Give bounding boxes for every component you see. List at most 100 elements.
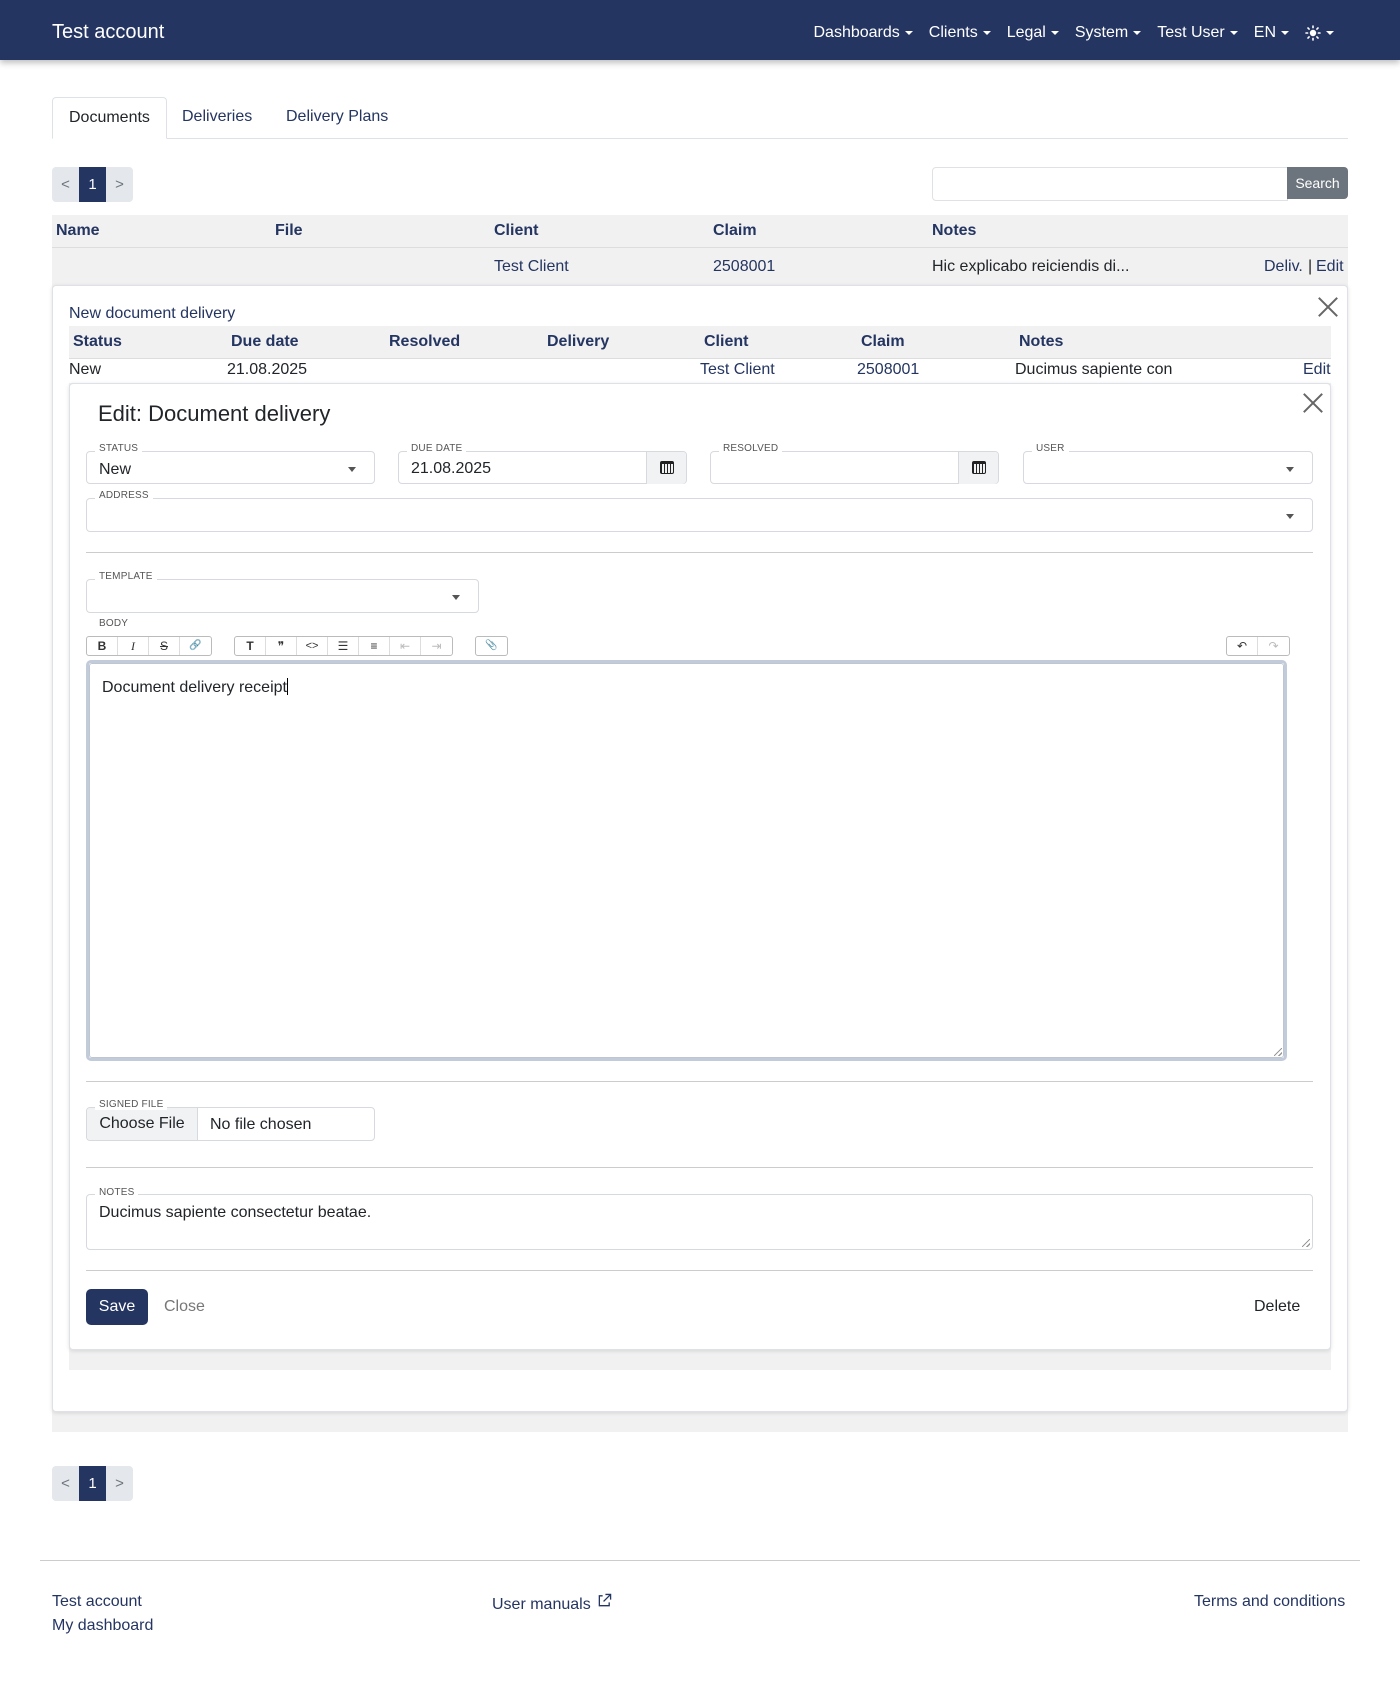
row-claim-link[interactable]: 2508001 <box>857 361 919 379</box>
tab-documents[interactable]: Documents <box>52 97 167 139</box>
col-file: File <box>275 222 303 239</box>
heading-button[interactable]: T <box>235 637 266 655</box>
resize-handle-icon[interactable] <box>1274 1048 1282 1056</box>
tab-deliveries[interactable]: Deliveries <box>166 97 268 139</box>
nav-clients[interactable]: Clients <box>929 24 991 42</box>
brand-link[interactable]: Test account <box>52 21 164 44</box>
footer-dashboard-link[interactable]: My dashboard <box>52 1617 153 1635</box>
due-date-field[interactable]: 21.08.2025 <box>398 451 687 484</box>
search-input[interactable] <box>932 167 1288 201</box>
tab-delivery-plans[interactable]: Delivery Plans <box>270 97 404 139</box>
footer-account-link[interactable]: Test account <box>52 1593 142 1611</box>
close-icon[interactable] <box>1317 296 1339 318</box>
pagination-top: < 1 > <box>52 167 133 202</box>
pager-page-button[interactable]: 1 <box>79 167 106 202</box>
nav-system-label: System <box>1074 24 1129 41</box>
close-button[interactable]: Close <box>164 1298 205 1316</box>
divider <box>86 552 1313 553</box>
row-deliv-link[interactable]: Deliv. <box>1264 258 1303 276</box>
indent-button[interactable]: ⇥ <box>421 637 452 655</box>
row-claim-link[interactable]: 2508001 <box>713 258 775 276</box>
due-date-picker-button[interactable] <box>646 452 686 484</box>
caret-down-icon <box>982 31 991 35</box>
undo-button[interactable]: ↶ <box>1227 637 1258 655</box>
notes-textarea[interactable]: Ducimus sapiente consectetur beatae. <box>86 1194 1313 1250</box>
numbered-list-button[interactable]: ≡ <box>359 637 390 655</box>
bullet-list-button[interactable]: ☰ <box>328 637 359 655</box>
document-tabs: Documents Deliveries Delivery Plans <box>52 97 1348 139</box>
pager-page-button[interactable]: 1 <box>79 1466 106 1501</box>
caret-down-icon <box>1326 31 1334 35</box>
row-edit-link[interactable]: Edit <box>1303 361 1331 379</box>
attach-button[interactable]: 📎 <box>476 637 507 655</box>
nav-system[interactable]: System <box>1074 24 1142 42</box>
caret-down-icon <box>1281 31 1289 35</box>
caret-down-icon <box>1133 31 1142 35</box>
col-delivery: Delivery <box>547 333 610 350</box>
resolved-field[interactable] <box>710 451 999 484</box>
text-cursor <box>286 678 288 695</box>
toolbar-attach-group: 📎 <box>475 636 508 656</box>
pager-prev-button[interactable]: < <box>52 167 79 202</box>
row-separator: | <box>1308 258 1313 275</box>
nav-legal[interactable]: Legal <box>1007 24 1059 42</box>
footer-manuals-link[interactable]: User manuals <box>492 1593 612 1614</box>
footer-manuals-label: User manuals <box>492 1596 591 1613</box>
body-editor[interactable]: Document delivery receipt <box>86 660 1287 1061</box>
calendar-icon <box>972 461 986 474</box>
nav-dashboards-label: Dashboards <box>813 24 900 41</box>
dropdown-arrow-icon <box>1286 467 1294 472</box>
strikethrough-button[interactable]: S <box>149 637 180 655</box>
quote-button[interactable]: ❞ <box>266 637 297 655</box>
user-select[interactable] <box>1023 451 1313 484</box>
col-status: Status <box>73 333 122 350</box>
col-claim: Claim <box>713 222 757 239</box>
template-select[interactable] <box>86 579 479 613</box>
nav-language[interactable]: EN <box>1254 24 1289 42</box>
search-button[interactable]: Search <box>1287 167 1348 199</box>
new-delivery-link[interactable]: New document delivery <box>69 305 235 323</box>
nav-clients-label: Clients <box>928 24 978 41</box>
bold-button[interactable]: B <box>87 637 118 655</box>
due-date-label: Due date <box>407 443 467 454</box>
footer-terms-link[interactable]: Terms and conditions <box>1194 1593 1345 1611</box>
signed-file-label: Signed file <box>95 1099 168 1110</box>
col-due-date: Due date <box>231 333 299 350</box>
pager-next-button[interactable]: > <box>106 1466 133 1501</box>
notes-label: Notes <box>95 1187 139 1198</box>
row-client-link[interactable]: Test Client <box>700 361 775 379</box>
address-select[interactable] <box>86 498 1313 532</box>
toolbar-history-group: ↶ ↷ <box>1226 636 1290 656</box>
save-button[interactable]: Save <box>86 1289 148 1325</box>
pager-next-button[interactable]: > <box>106 167 133 202</box>
external-link-icon <box>598 1593 612 1607</box>
address-label: Address <box>95 490 153 501</box>
code-button[interactable]: <> <box>297 637 328 655</box>
resize-handle-icon[interactable] <box>1302 1239 1310 1247</box>
nav-user-menu[interactable]: Test User <box>1157 24 1238 42</box>
toolbar-format-group: B I S 🔗 <box>86 636 212 656</box>
delete-button[interactable]: Delete <box>1254 1298 1300 1316</box>
close-icon[interactable] <box>1302 392 1324 414</box>
row-client-link[interactable]: Test Client <box>494 258 569 276</box>
nav-user-label: Test User <box>1157 24 1225 41</box>
choose-file-button[interactable]: Choose File <box>87 1108 198 1140</box>
status-label: Status <box>95 443 143 454</box>
pagination-bottom: < 1 > <box>52 1466 133 1501</box>
table-row: New 21.08.2025 Test Client 2508001 Ducim… <box>69 359 1331 383</box>
calendar-icon <box>660 461 674 474</box>
dropdown-arrow-icon <box>348 467 356 472</box>
signed-file-input[interactable]: Choose File No file chosen <box>86 1107 375 1141</box>
nav-legal-label: Legal <box>1006 24 1046 41</box>
outdent-button[interactable]: ⇤ <box>390 637 421 655</box>
resolved-picker-button[interactable] <box>958 452 998 484</box>
body-editor-content[interactable]: Document delivery receipt <box>89 663 1284 1058</box>
link-button[interactable]: 🔗 <box>180 637 211 655</box>
redo-button[interactable]: ↷ <box>1258 637 1289 655</box>
pager-prev-button[interactable]: < <box>52 1466 79 1501</box>
nav-theme-toggle[interactable] <box>1305 24 1334 42</box>
row-edit-link[interactable]: Edit <box>1316 258 1344 276</box>
nav-dashboards[interactable]: Dashboards <box>814 24 913 42</box>
status-select[interactable]: New <box>86 451 375 484</box>
italic-button[interactable]: I <box>118 637 149 655</box>
